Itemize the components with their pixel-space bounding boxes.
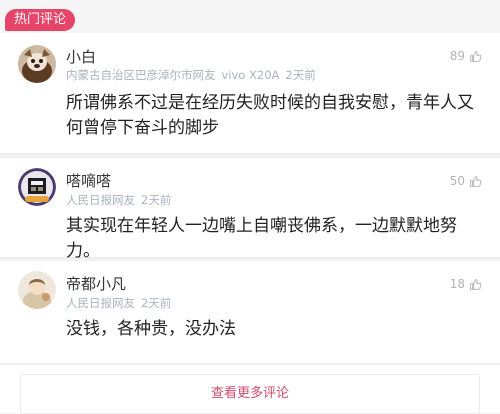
comment-location: 人民日报网友	[66, 296, 135, 310]
thumbs-up-icon	[470, 175, 482, 187]
comment-device: vivo X20A	[221, 68, 280, 82]
comment-meta: 内蒙古自治区巴彦淖尔市网友 vivo X20A 2天前	[66, 67, 322, 83]
comment-time: 2天前	[141, 296, 172, 310]
comment-time: 2天前	[141, 193, 172, 207]
thumbs-up-icon	[470, 278, 482, 290]
more-comments-area: 查看更多评论	[0, 365, 500, 414]
thumbs-up-icon	[470, 50, 482, 62]
like-count: 50	[449, 174, 465, 188]
view-more-comments-button[interactable]: 查看更多评论	[20, 374, 480, 414]
comment-item: 帝都小凡 人民日报网友 2天前 18 没钱，各种贵，没办法	[0, 261, 500, 364]
comment-text: 没钱，各种贵，没办法	[66, 319, 236, 339]
hot-comments-tag: 热门评论	[5, 9, 76, 31]
avatar[interactable]	[18, 168, 56, 206]
comment-location: 内蒙古自治区巴彦淖尔市网友	[66, 68, 216, 82]
hot-comments-header: 热门评论	[0, 0, 500, 33]
comment-location: 人民日报网友	[66, 193, 135, 207]
comment-meta: 人民日报网友 2天前	[66, 192, 177, 208]
like-button[interactable]: 89	[450, 49, 482, 63]
comment-text: 其实现在年轻人一边嘴上自嘲丧佛系，一边默默地努力。	[66, 216, 457, 261]
like-count: 18	[449, 277, 465, 291]
comment-item: 嗒嘀嗒 人民日报网友 2天前 50 其实现在年轻人一边嘴上自嘲丧佛系，一边默默地努…	[0, 158, 500, 261]
like-button[interactable]: 18	[450, 277, 482, 291]
like-count: 89	[449, 49, 465, 63]
comment-item: 小白 内蒙古自治区巴彦淖尔市网友 vivo X20A 2天前 89 所谓佛系不过是在…	[0, 33, 500, 154]
comment-username[interactable]: 小白	[66, 46, 96, 67]
avatar[interactable]	[18, 45, 56, 83]
like-button[interactable]: 50	[450, 174, 482, 188]
comment-text: 所谓佛系不过是在经历失败时候的自我安慰，青年人又何曾停下奋斗的脚步	[66, 93, 474, 138]
comment-username[interactable]: 帝都小凡	[66, 273, 126, 294]
comment-time: 2天前	[285, 68, 316, 82]
avatar[interactable]	[18, 271, 56, 309]
comment-username[interactable]: 嗒嘀嗒	[66, 170, 111, 191]
comment-meta: 人民日报网友 2天前	[66, 295, 177, 311]
